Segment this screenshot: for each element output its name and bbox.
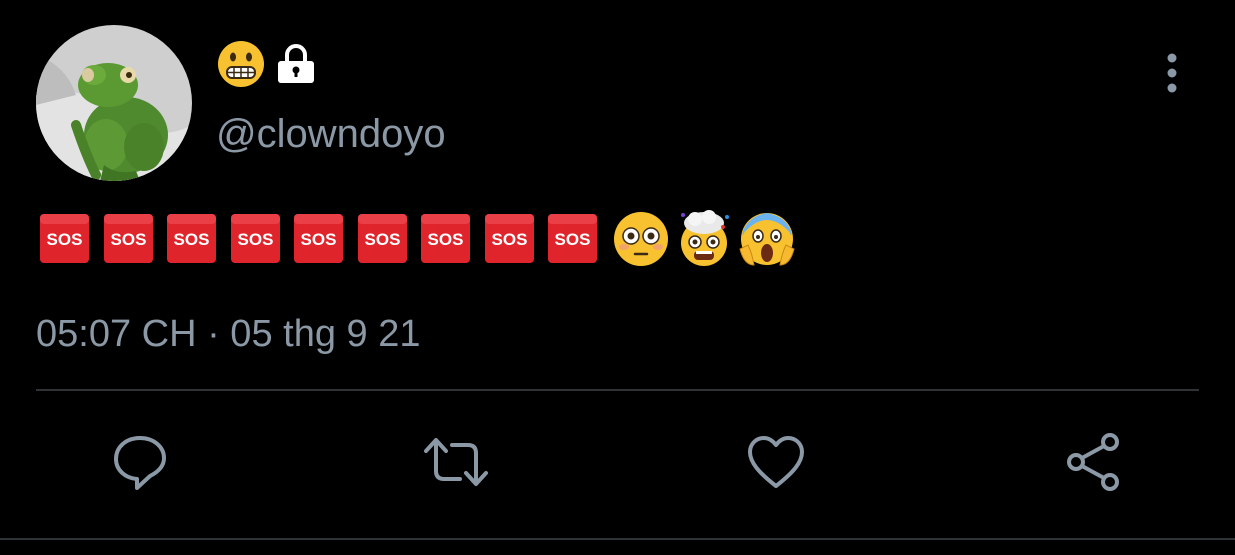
lock-icon [274, 42, 318, 91]
sos-emoji: SOS [40, 213, 89, 263]
exploding-head-emoji [675, 209, 733, 267]
sos-emoji: SOS [103, 213, 153, 263]
reply-button[interactable] [108, 432, 172, 496]
svg-text:SOS: SOS [174, 230, 210, 249]
like-button[interactable] [744, 432, 808, 496]
retweet-icon [422, 435, 490, 494]
flushed-face-emoji [612, 209, 670, 267]
bottom-divider [0, 538, 1235, 540]
retweet-button[interactable] [424, 432, 488, 496]
display-name[interactable] [216, 40, 318, 92]
more-options-icon[interactable] [1152, 52, 1192, 100]
svg-text:SOS: SOS [491, 230, 527, 249]
tweet: @clowndoyo SOS SOS SOS SOS SOS SOS SOS SOS SOS 0… [0, 0, 1235, 555]
user-handle[interactable]: @clowndoyo [216, 108, 446, 160]
svg-text:SOS: SOS [364, 230, 400, 249]
speech-bubble-icon [110, 432, 170, 497]
tweet-timestamp: 05:07 CH · 05 thg 9 21 [36, 313, 421, 355]
sos-emoji: SOS [230, 213, 280, 263]
sos-emoji: SOS [421, 213, 470, 263]
svg-text:SOS: SOS [110, 230, 146, 249]
svg-text:SOS: SOS [555, 230, 591, 249]
svg-text:SOS: SOS [237, 230, 273, 249]
sos-emoji: SOS [548, 213, 597, 263]
grimacing-face-emoji [216, 39, 266, 94]
svg-text:SOS: SOS [301, 230, 337, 249]
svg-text:SOS: SOS [428, 230, 464, 249]
share-icon [1064, 432, 1124, 497]
sos-emoji: SOS [357, 213, 407, 263]
avatar[interactable] [36, 25, 192, 181]
heart-icon [746, 434, 806, 495]
face-screaming-in-fear-emoji [738, 209, 796, 267]
svg-text:SOS: SOS [47, 230, 83, 249]
tweet-text: SOS SOS SOS SOS SOS SOS SOS SOS SOS [40, 207, 801, 269]
divider [36, 389, 1199, 391]
share-button[interactable] [1062, 432, 1126, 496]
sos-emoji: SOS [167, 213, 216, 263]
sos-emoji: SOS [484, 213, 534, 263]
sos-emoji: SOS [294, 213, 343, 263]
